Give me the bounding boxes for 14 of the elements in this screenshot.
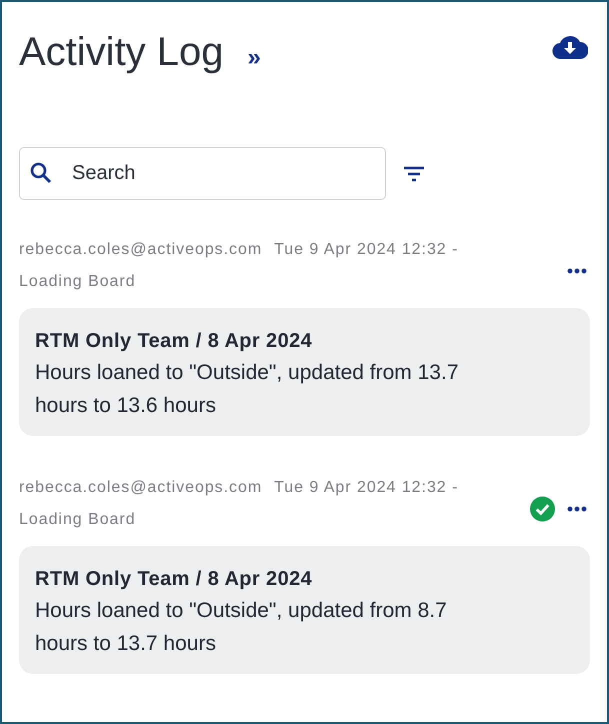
more-options-icon[interactable] [567,268,587,274]
filter-icon[interactable] [402,164,426,182]
panel-title: Activity Log [19,29,224,76]
cloud-download-icon[interactable] [552,34,588,60]
search-field[interactable]: Search [19,147,386,200]
change-heading: RTM Only Team / 8 Apr 2024 [35,329,314,354]
change-message: Hours loaned to "Outside", updated from 13.7 hours to 13.6 hours [35,360,460,419]
search-icon [29,161,53,185]
change-message: Hours loaned to "Outside", updated from 8.7 hours to 13.7 hours [35,598,448,657]
entry-meta: rebecca.coles@activeops.com Tue 9 Apr 2024 12:32 - Loading Board [19,478,460,530]
collapse-button[interactable]: » [248,46,261,70]
more-options-icon[interactable] [567,506,587,512]
entry-meta: rebecca.coles@activeops.com Tue 9 Apr 2024 12:32 - Loading Board [19,240,460,292]
change-heading: RTM Only Team / 8 Apr 2024 [35,567,314,592]
